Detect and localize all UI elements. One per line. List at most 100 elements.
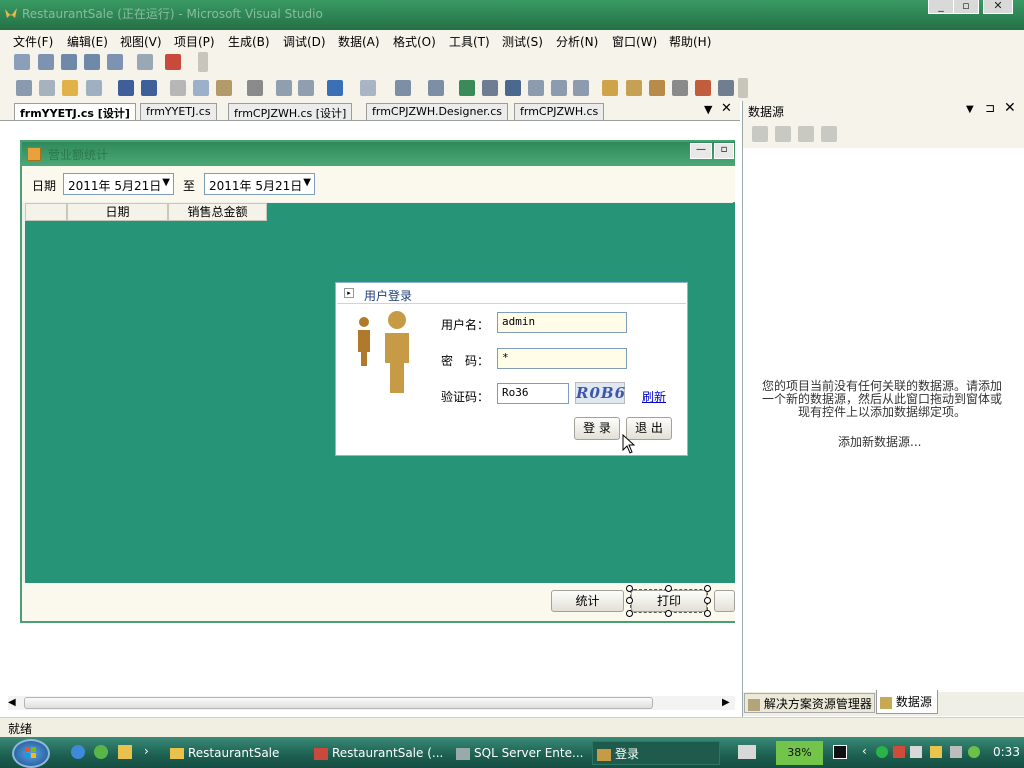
save-all-icon[interactable] — [141, 80, 157, 96]
tab-frmcpjzwh-code[interactable]: frmCPJZWH.cs — [514, 103, 605, 120]
tab-order-icon[interactable] — [137, 54, 153, 70]
step-over-icon[interactable] — [551, 80, 567, 96]
align-tops-icon[interactable] — [107, 54, 123, 70]
align-centers-icon[interactable] — [61, 54, 77, 70]
open-menu-icon[interactable] — [86, 80, 102, 96]
menu-test[interactable]: 测试(S) — [502, 33, 543, 50]
grid-column-date[interactable]: 日期 — [67, 203, 168, 221]
date-from-picker[interactable]: 2011年 5月21日 ▼ — [63, 173, 174, 195]
browser-icon[interactable] — [94, 745, 108, 759]
tab-datasource[interactable]: 数据源 — [876, 690, 938, 714]
toolbar-overflow-icon[interactable] — [198, 52, 208, 72]
class-view-icon[interactable] — [718, 80, 734, 96]
tab-frmcpjzwh-design[interactable]: frmCPJZWH.cs [设计] — [228, 103, 353, 120]
uncomment-icon[interactable] — [298, 80, 314, 96]
tray-app-icon[interactable] — [893, 746, 905, 758]
password-field[interactable]: * — [497, 348, 627, 369]
align-rights-icon[interactable] — [84, 54, 100, 70]
add-datasource-icon[interactable] — [752, 126, 768, 142]
menu-debug[interactable]: 调试(D) — [283, 33, 326, 50]
menu-data[interactable]: 数据(A) — [338, 33, 380, 50]
menu-project[interactable]: 项目(P) — [174, 33, 215, 50]
menu-view[interactable]: 视图(V) — [120, 33, 162, 50]
print-button[interactable]: 打印 — [630, 589, 708, 613]
properties-icon[interactable] — [626, 80, 642, 96]
solution-explorer-icon[interactable] — [602, 80, 618, 96]
login-button[interactable]: 登 录 — [574, 417, 620, 440]
restore-button[interactable]: ▫ — [953, 0, 979, 14]
object-browser-icon[interactable] — [649, 80, 665, 96]
save-icon[interactable] — [118, 80, 134, 96]
align-lefts-icon[interactable] — [38, 54, 54, 70]
ie-icon[interactable] — [71, 745, 85, 759]
paste-icon[interactable] — [216, 80, 232, 96]
cut-icon[interactable] — [170, 80, 186, 96]
menu-analyze[interactable]: 分析(N) — [556, 33, 598, 50]
open-file-icon[interactable] — [62, 80, 78, 96]
refresh-icon[interactable] — [821, 126, 837, 142]
start-debug-icon[interactable] — [459, 80, 475, 96]
power-icon[interactable] — [833, 745, 847, 759]
stop-icon[interactable] — [505, 80, 521, 96]
toolbar-overflow-icon-2[interactable] — [738, 78, 748, 98]
start-button[interactable] — [12, 739, 50, 768]
start-page-icon[interactable] — [695, 80, 711, 96]
date-to-picker[interactable]: 2011年 5月21日 ▼ — [204, 173, 315, 195]
resize-handle[interactable] — [704, 610, 711, 617]
menu-help[interactable]: 帮助(H) — [669, 33, 711, 50]
menu-tools[interactable]: 工具(T) — [449, 33, 490, 50]
pointer-tool-icon[interactable] — [14, 54, 30, 70]
undo-icon[interactable] — [327, 80, 343, 96]
pin-icon[interactable]: ⊐ — [985, 101, 995, 115]
pause-icon[interactable] — [482, 80, 498, 96]
resize-handle[interactable] — [626, 585, 633, 592]
tray-update-icon[interactable] — [968, 746, 980, 758]
scroll-thumb[interactable] — [24, 697, 653, 709]
copy-icon[interactable] — [193, 80, 209, 96]
close-panel-icon[interactable]: ✕ — [1004, 100, 1016, 116]
resize-handle[interactable] — [665, 585, 672, 592]
task-restaurantsale-vs[interactable]: RestaurantSale (... — [310, 741, 443, 765]
step-into-icon[interactable] — [528, 80, 544, 96]
partial-button[interactable] — [714, 590, 735, 612]
tray-shield-icon[interactable] — [930, 746, 942, 758]
toolbox-icon[interactable] — [672, 80, 688, 96]
keyboard-icon[interactable] — [738, 745, 756, 759]
tab-frmcpjzwh-designer[interactable]: frmCPJZWH.Designer.cs — [366, 103, 508, 120]
add-item-icon[interactable] — [39, 80, 55, 96]
form-maximize-icon[interactable]: ▫ — [714, 143, 734, 159]
menu-window[interactable]: 窗口(W) — [612, 33, 657, 50]
close-button[interactable]: ✕ — [983, 0, 1013, 14]
resize-handle[interactable] — [626, 597, 633, 604]
tray-network-icon[interactable] — [876, 746, 888, 758]
captcha-field[interactable]: Ro36 — [497, 383, 569, 404]
tray-volume-icon[interactable] — [950, 746, 962, 758]
redo-icon[interactable] — [360, 80, 376, 96]
tray-expand-icon[interactable]: ‹ — [862, 744, 867, 758]
navigate-forward-icon[interactable] — [428, 80, 444, 96]
menu-file[interactable]: 文件(F) — [13, 33, 53, 50]
scroll-right-icon[interactable]: ▶ — [722, 697, 730, 708]
resize-handle[interactable] — [626, 610, 633, 617]
task-restaurantsale-folder[interactable]: RestaurantSale — [166, 741, 296, 765]
resize-handle[interactable] — [704, 585, 711, 592]
explorer-icon[interactable] — [118, 745, 132, 759]
menu-build[interactable]: 生成(B) — [228, 33, 270, 50]
panel-menu-icon[interactable]: ▼ — [966, 104, 974, 115]
navigate-back-icon[interactable] — [395, 80, 411, 96]
comment-icon[interactable] — [276, 80, 292, 96]
resize-handle[interactable] — [704, 597, 711, 604]
username-field[interactable]: admin — [497, 312, 627, 333]
scroll-left-icon[interactable]: ◀ — [8, 697, 16, 708]
grid-column-total[interactable]: 销售总金额 — [168, 203, 267, 221]
refresh-link[interactable]: 刷新 — [642, 388, 666, 405]
tab-dropdown-icon[interactable]: ▼ — [704, 103, 712, 116]
edit-dataset-icon[interactable] — [775, 126, 791, 142]
menu-edit[interactable]: 编辑(E) — [67, 33, 108, 50]
close-tab-icon[interactable]: ✕ — [721, 101, 732, 116]
stats-button[interactable]: 统计 — [551, 590, 624, 612]
bring-to-front-icon[interactable] — [165, 54, 181, 70]
quicklaunch-expand-icon[interactable]: › — [144, 744, 149, 758]
minimize-button[interactable]: _ — [928, 0, 954, 14]
tab-frmyyetj-code[interactable]: frmYYETJ.cs — [140, 103, 217, 120]
